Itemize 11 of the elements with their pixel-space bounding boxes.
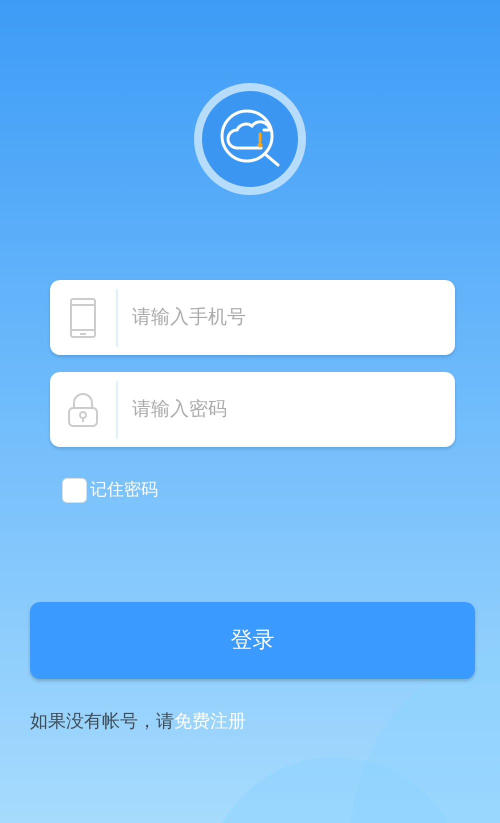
lock-icon [67, 392, 99, 428]
input-field[interactable]: 请输入手机号 [50, 280, 455, 355]
login-button[interactable]: 登录 [30, 602, 475, 678]
input-field[interactable]: 请输入密码 [118, 394, 455, 425]
phone-icon [69, 296, 97, 338]
input-field[interactable]: 请输入手机号 [118, 302, 455, 333]
checkbox[interactable] [62, 478, 87, 504]
input-field[interactable]: 请输入密码 [50, 372, 455, 447]
remember-label: 记住密码 [90, 479, 158, 502]
register-link[interactable]: 免费注册 [174, 710, 246, 732]
register-prompt: 如果没有帐号，请免费注册 [30, 710, 247, 734]
